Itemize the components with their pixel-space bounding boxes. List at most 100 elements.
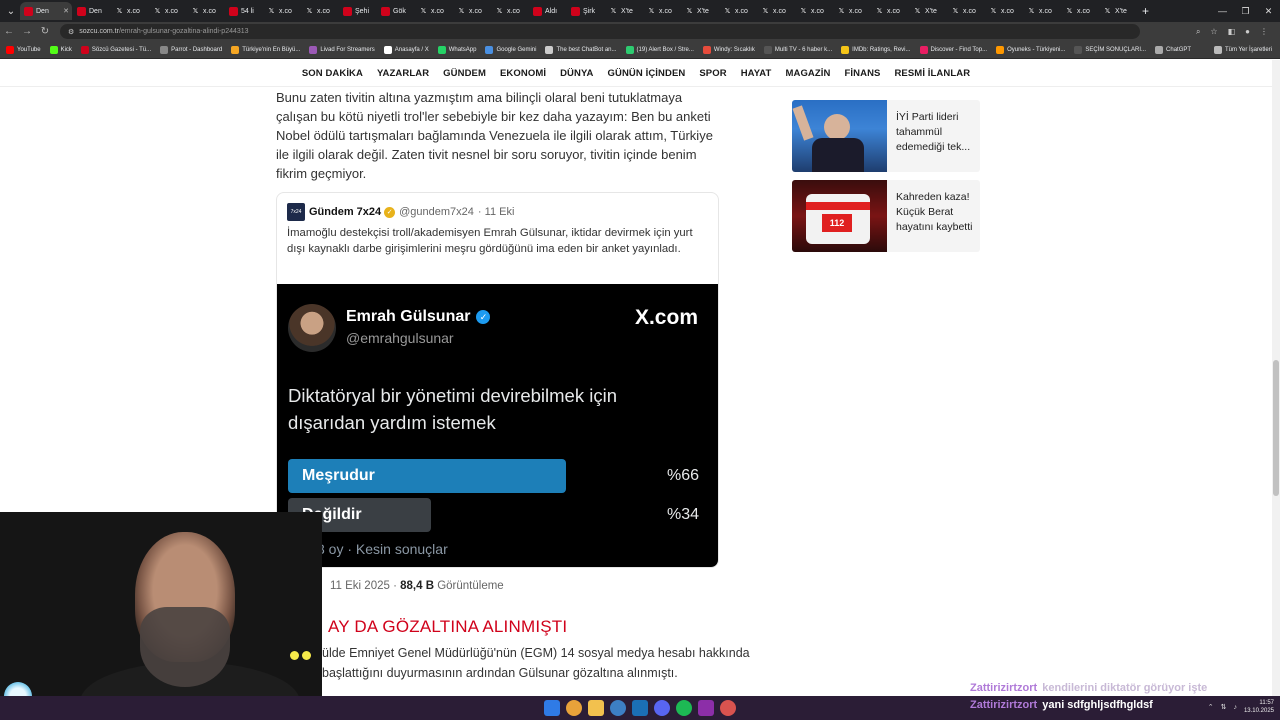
browser-tab[interactable]: Şirk [567,2,604,20]
nav-link[interactable]: RESMİ İLANLAR [894,68,970,79]
profile-icon[interactable]: ● [1245,27,1250,37]
bookmark-item[interactable]: Anasayfa / X [383,45,429,54]
browser-tab[interactable]: 𝕏x.co [871,2,908,20]
tweet-date[interactable]: · 11 Eki [478,206,514,218]
tab-search-icon[interactable]: ⌄ [3,3,19,19]
close-window-icon[interactable]: ✕ [1257,0,1280,22]
browser-tab[interactable]: 𝕏x.co [757,2,794,20]
windows-start-icon[interactable] [544,700,560,716]
bookmark-item[interactable]: ChatGPT [1155,45,1191,54]
file-explorer-icon[interactable] [588,700,604,716]
back-icon[interactable]: ← [0,26,18,37]
news-thumbnail[interactable]: 112 [792,180,887,252]
browser-tab[interactable]: 54 li [225,2,262,20]
browser-tab[interactable]: Aldı [529,2,566,20]
bookmark-item[interactable]: Windy: Sıcaklık [702,45,755,54]
nav-link[interactable]: YAZARLAR [377,68,429,79]
app-icon[interactable] [610,700,626,716]
chrome-icon[interactable] [566,700,582,716]
bookmark-item[interactable]: Kick [49,45,72,54]
nav-link[interactable]: GÜNDEM [443,68,486,79]
menu-icon[interactable]: ⋮ [1260,27,1268,37]
browser-tab[interactable]: 𝕏x.co [263,2,300,20]
browser-tab[interactable]: 𝕏 X'te [681,2,718,20]
news-title[interactable]: İYİ Parti lideri tahammül edemediği tek.… [896,110,976,155]
nav-link[interactable]: MAGAZİN [785,68,830,79]
network-icon[interactable]: ⇅ [1221,703,1227,711]
browser-tab[interactable]: 𝕏 X'te [1099,2,1136,20]
browser-tab[interactable]: 𝕏x.co [985,2,1022,20]
bookmark-item[interactable]: WhatsApp [437,45,476,54]
minimize-icon[interactable]: — [1211,0,1234,22]
reload-icon[interactable]: ↻ [36,26,54,37]
forward-icon[interactable]: → [18,26,36,37]
browser-tab[interactable]: 𝕏 X'te [605,2,642,20]
site-info-icon[interactable]: ⚙ [68,28,74,36]
news-title[interactable]: Kahreden kaza! Küçük Berat hayatını kayb… [896,190,976,235]
browser-tab[interactable]: 𝕏x.co [187,2,224,20]
url-field[interactable]: ⚙ sozcu.com.tr/emrah-gulsunar-gozaltina-… [60,24,1140,39]
system-clock[interactable]: 11:57 13.10.2025 [1244,699,1274,715]
browser-tab[interactable]: 𝕏 X'te [909,2,946,20]
app-icon[interactable] [720,700,736,716]
bookmark-item[interactable]: YouTube [6,45,41,54]
zoom-icon[interactable]: ⌕ [1196,27,1200,37]
page-scrollbar[interactable] [1272,60,1280,696]
browser-tab[interactable]: Şehi [339,2,376,20]
bookmark-item[interactable]: Sözcü Gazetesi - Tü... [80,45,151,54]
tweet-author-name[interactable]: Gündem 7x24 [309,206,381,218]
nav-link[interactable]: SPOR [699,68,726,79]
tweet-full-date[interactable]: 11 Eki 2025 · [330,580,397,592]
bookmark-item[interactable]: Google Gemini [485,45,536,54]
tweet-avatar[interactable]: 7x24 [287,203,305,221]
all-bookmarks[interactable]: Tüm Yer İşaretleri [1213,45,1272,54]
extensions-icon[interactable]: ◧ [1228,27,1236,37]
browser-tab[interactable]: 𝕏x.co [1061,2,1098,20]
nav-link[interactable]: DÜNYA [560,68,593,79]
browser-tab[interactable]: Den [73,2,110,20]
bookmark-item[interactable]: SEÇİM SONUÇLARI... [1074,45,1146,54]
bookmark-item[interactable]: Multi TV - 6 haber k... [763,45,832,54]
browser-tab[interactable]: 𝕏x.co [149,2,186,20]
browser-tab[interactable]: 𝕏x.co [833,2,870,20]
bookmark-item[interactable]: IMDb: Ratings, Revi... [841,45,911,54]
bookmark-star-icon[interactable]: ☆ [1210,27,1217,37]
browser-tab[interactable]: 𝕏x.co [795,2,832,20]
browser-tab[interactable]: 𝕏x.co [947,2,984,20]
bookmark-item[interactable]: Oyuneks - Türkiyeni... [996,45,1065,54]
news-thumbnail[interactable] [792,100,887,172]
scrollbar-thumb[interactable] [1273,360,1279,496]
restore-icon[interactable]: ❐ [1234,0,1257,22]
bookmark-item[interactable]: (19) Alert Box / Stre... [625,45,694,54]
nav-link[interactable]: FİNANS [845,68,881,79]
browser-tab[interactable]: 𝕏x.co [111,2,148,20]
bookmark-item[interactable]: The best ChatBot an... [545,45,617,54]
new-tab-button[interactable]: + [1142,4,1149,18]
sidebar-news-card[interactable]: İYİ Parti lideri tahammül edemediği tek.… [792,100,980,172]
browser-tab[interactable]: 𝕏x.co [491,2,528,20]
steam-icon[interactable] [632,700,648,716]
tray-chevron-icon[interactable]: ⌃ [1208,703,1214,711]
obs-icon[interactable] [698,700,714,716]
browser-tab[interactable]: 𝕏x.co [453,2,490,20]
browser-tab[interactable]: 𝕏x.co [719,2,756,20]
nav-link[interactable]: EKONOMİ [500,68,546,79]
volume-icon[interactable]: ♪ [1233,704,1237,711]
nav-link[interactable]: HAYAT [741,68,772,79]
poll-screenshot-image[interactable]: Emrah Gülsunar ✓ @emrahgulsunar X.com Di… [277,284,718,567]
tab-close-icon[interactable]: ✕ [63,7,69,15]
browser-tab[interactable]: 𝕏x.co [643,2,680,20]
bookmark-item[interactable]: Discover - Find Top... [919,45,987,54]
browser-tab[interactable]: Gök [377,2,414,20]
nav-link[interactable]: GÜNÜN İÇİNDEN [608,68,686,79]
tweet-author-handle[interactable]: @gundem7x24 [399,206,474,218]
sidebar-news-card[interactable]: 112 Kahreden kaza! Küçük Berat hayatını … [792,180,980,252]
bookmark-item[interactable]: Türkiye'nin En Büyü... [231,45,300,54]
discord-icon[interactable] [654,700,670,716]
bookmark-item[interactable]: Parrot - Dashboard [160,45,222,54]
browser-tab[interactable]: Den ✕ [20,2,72,20]
bookmark-item[interactable]: Livad For Streamers [309,45,375,54]
nav-link[interactable]: SON DAKİKA [302,68,363,79]
browser-tab[interactable]: 𝕏x.co [415,2,452,20]
embedded-tweet[interactable]: 7x24 Gündem 7x24 ✓ @gundem7x24 · 11 Eki … [276,192,719,568]
